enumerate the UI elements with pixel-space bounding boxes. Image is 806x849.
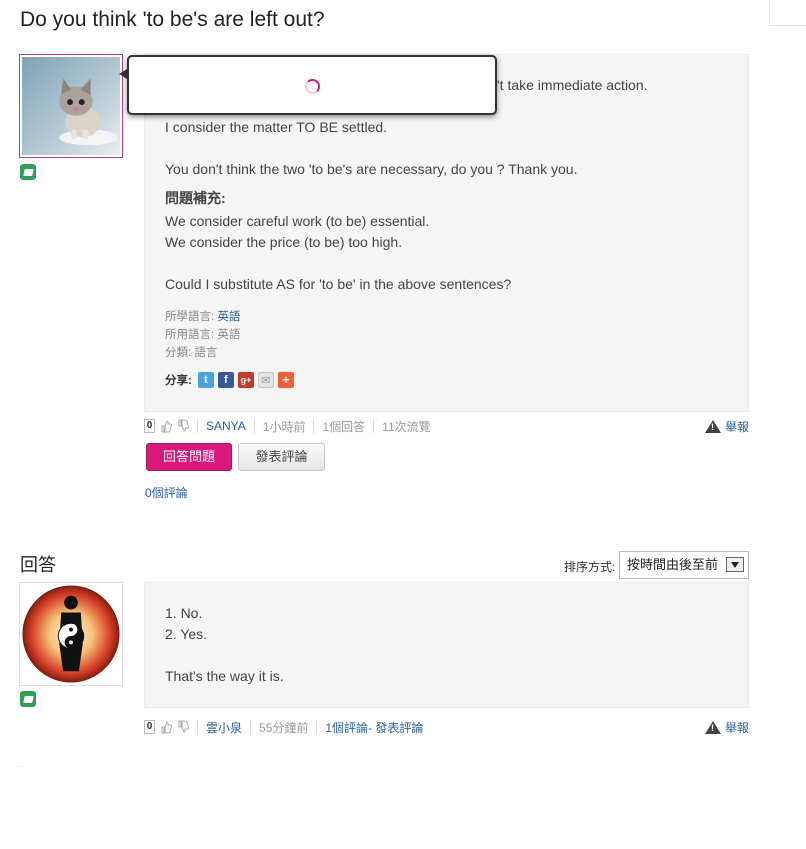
answer-line-1: 1. No. (165, 605, 203, 621)
question-line-1: I consider the matter TO BE settled. (165, 119, 388, 135)
learn-language-link[interactable]: 英語 (217, 311, 240, 323)
sort-selected-value: 按時間由後至前 (627, 557, 719, 572)
separator (197, 720, 198, 734)
warning-icon (704, 420, 721, 433)
answer-author-link[interactable]: 雲小泉 (206, 719, 242, 736)
thumbs-down-icon[interactable] (177, 419, 189, 433)
yin-yang-figure-image (22, 585, 120, 683)
sort-select[interactable]: 按時間由後至前 (619, 551, 749, 579)
question-hidden-line: 't take immediate action. (497, 77, 648, 93)
supplement-line-3: Could I substitute AS for 'to be' in the… (165, 276, 512, 292)
question-line-2: You don't think the two 'to be's are nec… (165, 161, 578, 177)
profile-popup (127, 55, 497, 115)
use-language: 所用語言: 英語 (165, 326, 240, 342)
vote-count: 0 (144, 419, 155, 433)
google-plus-icon[interactable]: g+ (237, 372, 254, 388)
warning-icon (704, 721, 721, 734)
answer-add-comment-link[interactable]: - 發表評論 (368, 719, 423, 736)
use-language-label: 所用語言: (165, 329, 218, 341)
learn-language: 所學語言: 英語 (165, 308, 240, 324)
top-right-box (769, 0, 806, 26)
level-badge-icon (20, 691, 36, 707)
answer-author-avatar[interactable] (19, 582, 123, 686)
answers-title: 回答 (20, 555, 56, 575)
level-badge-icon (20, 164, 36, 180)
separator (313, 419, 315, 433)
answer-count: 1個回答 (322, 419, 366, 434)
answer-time: 55分鐘前 (259, 720, 309, 735)
question-author-avatar[interactable] (19, 54, 123, 158)
category-value: 語言 (194, 347, 218, 359)
separator (197, 419, 198, 433)
report-label: 舉報 (724, 420, 749, 434)
separator (373, 419, 375, 433)
category: 分類: 語言 (165, 344, 217, 360)
learn-language-label: 所學語言: (165, 311, 218, 323)
answer-body: 1. No. 2. Yes. That's the way it is. (144, 582, 749, 708)
facebook-icon[interactable]: f (217, 372, 234, 388)
page-title: Do you think 'to be's are left out? (20, 8, 325, 31)
view-count: 11次流覽 (382, 419, 431, 434)
thumbs-down-icon[interactable] (177, 720, 189, 734)
use-language-value: 英語 (217, 329, 241, 341)
email-icon[interactable]: ✉ (257, 372, 274, 388)
answer-line-3: That's the way it is. (165, 668, 284, 684)
supplement-line-2: We consider the price (to be) too high. (165, 234, 403, 250)
separator (250, 720, 252, 734)
question-report-link[interactable]: 舉報 (704, 418, 749, 435)
chevron-down-icon[interactable] (726, 557, 744, 572)
supplement-label: 問題補充: (165, 190, 226, 206)
answer-comments-link[interactable]: 1個評論 (325, 719, 368, 736)
answer-report-link[interactable]: 舉報 (704, 719, 749, 736)
category-label: 分類: (165, 347, 195, 359)
separator (316, 720, 318, 734)
supplement-line-1: We consider careful work (to be) essenti… (165, 213, 430, 229)
report-label: 舉報 (724, 721, 749, 735)
answer-question-button[interactable]: 回答問題 (146, 443, 232, 471)
share-bar: 分享: t f g+ ✉ + (165, 372, 294, 388)
vote-count: 0 (144, 720, 155, 734)
answer-line-2: 2. Yes. (165, 626, 208, 642)
question-time: 1小時前 (262, 419, 306, 434)
separator (253, 419, 255, 433)
question-action-bar: 0 SANYA 1小時前 1個回答 11次流覽 (144, 416, 431, 436)
plus-icon[interactable]: + (277, 372, 294, 388)
question-author-link[interactable]: SANYA (206, 419, 246, 433)
loading-spinner-icon (305, 79, 320, 94)
twitter-icon[interactable]: t (197, 372, 214, 388)
thumbs-up-icon[interactable] (160, 720, 172, 734)
divider-dot (20, 766, 21, 767)
thumbs-up-icon[interactable] (160, 419, 172, 433)
sort-label: 排序方式: (564, 560, 616, 574)
comments-link[interactable]: 0個評論 (145, 484, 188, 501)
answer-action-bar: 0 雲小泉 55分鐘前 1個評論 - 發表評論 (144, 717, 423, 737)
popup-arrow (119, 69, 127, 79)
share-label: 分享: (165, 375, 192, 387)
post-comment-button[interactable]: 發表評論 (238, 443, 325, 471)
kitten-image (22, 57, 120, 155)
